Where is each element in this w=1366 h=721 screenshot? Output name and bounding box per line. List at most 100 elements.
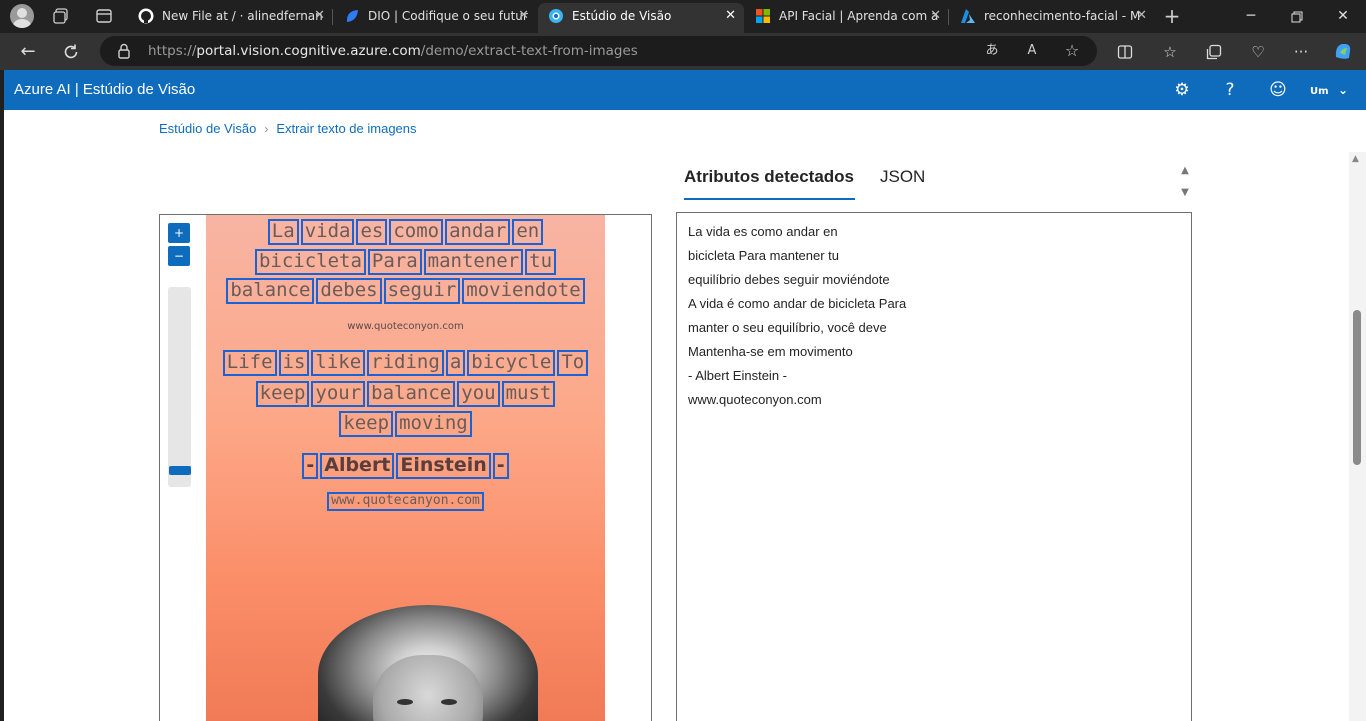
einstein-portrait [318,605,538,721]
profile-avatar-icon[interactable] [10,4,34,28]
quote-line: balance debes seguir moviendote [206,278,605,304]
ocr-word-box: is [278,350,310,376]
ocr-word-box: like [311,350,366,376]
ocr-word-box: Einstein [396,453,491,479]
breadcrumb: Estúdio de Visão › Extrair texto de imagen… [159,121,417,136]
read-aloud-icon[interactable]: A [1022,41,1042,61]
image-small-watermark: www.quoteconyon.com [347,321,464,332]
more-options-icon[interactable]: ··· [1289,40,1313,64]
tab-azure-repo[interactable]: reconhecimento-facial - M ✕ [950,3,1155,33]
user-menu[interactable]: Um ⌄ [1310,70,1348,112]
tab-detected-attributes[interactable]: Atributos detectados [684,167,854,187]
quote-line: bicicleta Para mantener tu [206,249,605,275]
zoom-out-button[interactable]: − [168,246,190,266]
ocr-word-box: moviendote [462,278,585,304]
scroll-down-icon[interactable]: ▼ [1179,182,1191,204]
tab-title: New File at / · alinedfernan [162,9,323,23]
browser-essentials-icon[interactable]: ♡ [1246,40,1270,64]
ocr-word-box: seguir [383,278,461,304]
close-window-icon[interactable]: ✕ [1320,0,1366,33]
scroll-up-icon[interactable]: ▲ [1352,154,1359,164]
close-tab-icon[interactable]: ✕ [930,3,941,29]
collections-icon[interactable] [1202,40,1226,64]
tab-github[interactable]: New File at / · alinedfernan ✕ [128,3,333,33]
breadcrumb-current-link[interactable]: Extrair texto de imagens [276,121,416,136]
detected-text-line: A vida é como andar de bicicleta Para [688,296,907,311]
tab-title: DIO | Codifique o seu futur [368,9,528,23]
chevron-right-icon: › [264,122,269,136]
workspaces-icon[interactable] [52,7,70,25]
lock-icon[interactable] [117,43,131,59]
ocr-word-box: Albert [320,453,395,479]
tab-title: API Facial | Aprenda com a [779,9,939,23]
new-tab-button[interactable]: + [1163,6,1181,26]
azure-icon [961,9,975,23]
zoom-in-button[interactable]: + [168,223,190,243]
ocr-word-box: en [512,219,544,245]
quote-line: keep your balance you must [206,381,605,407]
app-title[interactable]: Azure AI | Estúdio de Visão [14,70,195,110]
detected-text-line: bicicleta Para mantener tu [688,248,840,263]
translate-icon[interactable]: あ [982,41,1002,61]
tab-json[interactable]: JSON [880,167,925,187]
tab-title: reconhecimento-facial - M [984,9,1141,23]
ocr-word-box: a [445,350,466,376]
ocr-word-box: mantener [423,249,524,275]
dio-icon [346,10,358,22]
ocr-word-box: must [501,381,556,407]
ocr-word-box: andar [445,219,511,245]
page-viewport: Azure AI | Estúdio de Visão ⚙ ? ☺ Um ⌄ E… [4,70,1366,721]
favorites-icon[interactable]: ☆ [1158,40,1182,64]
close-tab-icon[interactable]: ✕ [314,3,325,29]
tab-dio[interactable]: DIO | Codifique o seu futur ✕ [334,3,537,33]
quote-line: keep moving [206,411,605,437]
page-scrollbar[interactable]: ▲ [1349,152,1366,721]
tab-actions-icon[interactable] [95,7,113,25]
quote-line: La vida es como andar en [206,219,605,245]
ocr-word-box: como [389,219,444,245]
ocr-word-box: balance [226,278,315,304]
feedback-smiley-icon[interactable]: ☺ [1267,79,1289,101]
portrait-eye [441,699,457,705]
detected-text-panel: La vida es como andar en bicicleta Para … [676,212,1192,721]
tab-vision-studio[interactable]: Estúdio de Visão ✕ [538,3,744,33]
detected-text-line: La vida es como andar en [688,224,838,239]
copilot-icon[interactable] [1331,40,1355,64]
close-tab-icon[interactable]: ✕ [725,3,736,29]
detected-text-line: equilíbrio debes seguir moviéndote [688,272,890,287]
url-field[interactable]: https://portal.vision.cognitive.azure.co… [100,36,1097,66]
ocr-word-box: - [302,453,319,479]
ocr-word-box: To [557,350,589,376]
zoom-slider-thumb[interactable] [169,466,191,475]
panel-scroll-arrows: ▲ ▼ [1179,160,1191,204]
portrait-eye [397,699,413,705]
vision-studio-icon [549,9,563,23]
ocr-word-box: Para [367,249,422,275]
settings-gear-icon[interactable]: ⚙ [1171,79,1193,101]
back-icon[interactable]: ← [16,40,40,64]
analyzed-image: La vida es como andar en bicicleta Para mantene… [206,215,605,721]
quote-line: www.quotecanyon.com [206,492,605,511]
scroll-up-icon[interactable]: ▲ [1179,160,1191,182]
favorite-star-icon[interactable]: ☆ [1062,41,1082,61]
close-tab-icon[interactable]: ✕ [518,3,529,29]
close-tab-icon[interactable]: ✕ [1136,3,1147,29]
zoom-slider[interactable] [168,287,191,487]
ocr-word-box: es [356,219,388,245]
detected-text-line: manter o seu equilíbrio, você deve [688,320,887,335]
app-header: Azure AI | Estúdio de Visão ⚙ ? ☺ Um ⌄ [4,70,1366,110]
restore-icon[interactable] [1274,0,1320,33]
split-screen-icon[interactable] [1113,40,1137,64]
ocr-word-box: debes [316,278,382,304]
ocr-word-box: bicicleta [254,249,366,275]
scrollbar-thumb[interactable] [1353,310,1361,465]
help-icon[interactable]: ? [1219,79,1241,101]
image-preview-panel: + − La vida es como andar en bicicleta Para man… [159,214,652,721]
tab-api-facial[interactable]: API Facial | Aprenda com a ✕ [745,3,949,33]
minimize-icon[interactable]: ─ [1228,0,1274,33]
ocr-word-box: tu [525,249,557,275]
refresh-icon[interactable] [59,40,83,64]
breadcrumb-root-link[interactable]: Estúdio de Visão [159,121,256,136]
ocr-word-box: moving [395,411,472,437]
github-icon [138,8,154,24]
